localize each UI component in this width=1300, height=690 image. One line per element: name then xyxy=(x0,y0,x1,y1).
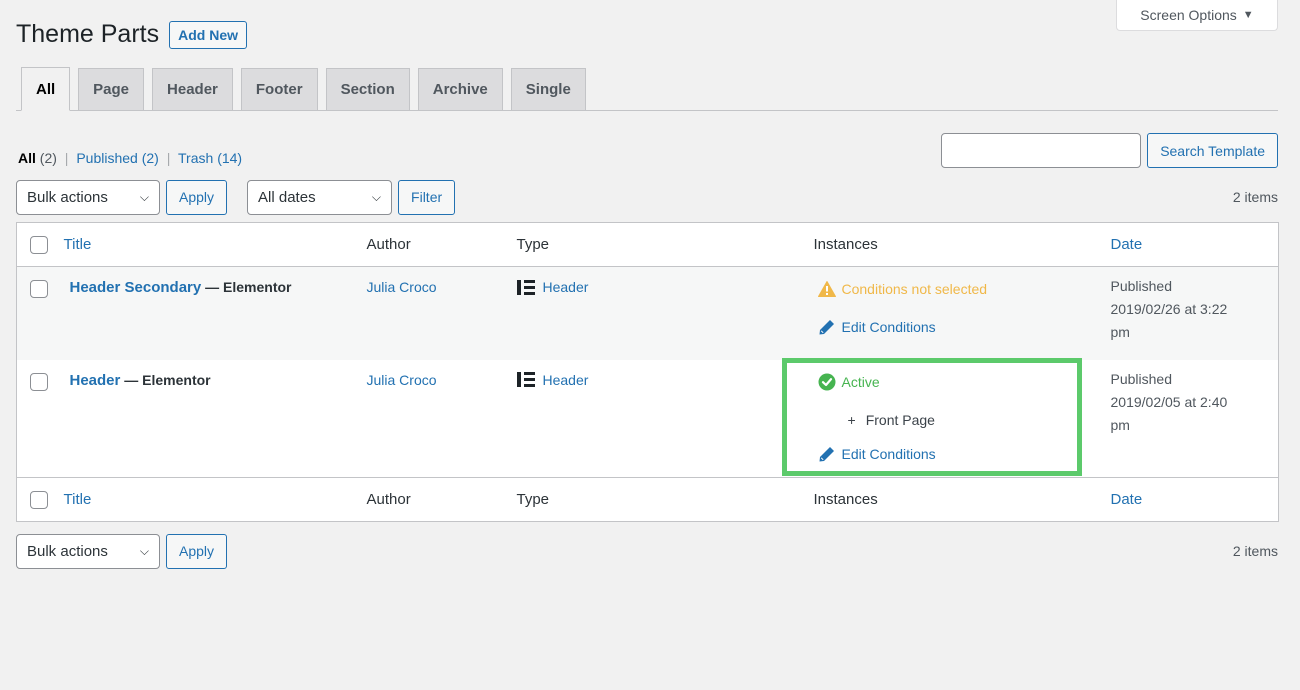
row-title-suffix: — Elementor xyxy=(201,279,292,295)
screen-options-button[interactable]: Screen Options ▼ xyxy=(1116,0,1278,31)
conditions-status: Active xyxy=(818,372,1109,392)
check-circle-icon xyxy=(818,373,835,390)
add-new-button[interactable]: Add New xyxy=(169,20,247,49)
edit-conditions-link[interactable]: Edit Conditions xyxy=(818,444,1109,464)
author-link[interactable]: Julia Croco xyxy=(367,372,437,388)
separator: | xyxy=(166,150,171,166)
sort-by-title[interactable]: Title xyxy=(64,236,92,253)
pencil-icon xyxy=(819,446,834,461)
table-row: Header Secondary — Elementor Julia Croco… xyxy=(16,266,1279,360)
row-checkbox[interactable] xyxy=(30,372,48,391)
conditions-status: Conditions not selected xyxy=(817,279,1109,299)
row-title-suffix: — Elementor xyxy=(120,371,211,388)
tab-single[interactable]: Single xyxy=(510,68,586,110)
bulk-actions-select[interactable]: Bulk actions ⌵ xyxy=(16,533,160,569)
condition-item: + Front Page xyxy=(847,411,935,428)
row-title-link[interactable]: Header Secondary xyxy=(64,279,202,296)
tab-all[interactable]: All xyxy=(21,67,71,111)
tablenav-top: Bulk actions ⌵ Apply All dates ⌵ Filter … xyxy=(16,179,1278,215)
column-instances: Instances xyxy=(813,491,878,508)
filter-button[interactable]: Filter xyxy=(398,179,456,215)
separator: | xyxy=(64,150,69,166)
date-cell: Published 2019/02/26 at 3:22 pm xyxy=(1110,278,1228,340)
type-link[interactable]: Header xyxy=(543,372,589,388)
tab-footer[interactable]: Footer xyxy=(240,68,318,110)
row-title-link[interactable]: Header xyxy=(64,372,121,389)
dates-select[interactable]: All dates ⌵ xyxy=(247,179,393,215)
column-author: Author xyxy=(366,236,411,253)
column-type: Type xyxy=(516,491,550,508)
page-header: Theme Parts Add New xyxy=(16,20,247,49)
table-header-row: Title Author Type Instances Date xyxy=(16,223,1279,267)
status-views: All (2) | Published (2) | Trash (14) xyxy=(18,150,242,166)
date-cell: Published 2019/02/05 at 2:40 pm xyxy=(1110,370,1228,433)
sort-by-date[interactable]: Date xyxy=(1111,491,1143,508)
type-link[interactable]: Header xyxy=(543,279,589,295)
select-all-checkbox[interactable] xyxy=(30,490,48,509)
tab-archive[interactable]: Archive xyxy=(417,68,503,110)
search-template-button[interactable]: Search Template xyxy=(1147,133,1278,168)
warning-icon xyxy=(817,281,836,297)
view-all[interactable]: All (2) xyxy=(18,150,57,166)
sort-by-title[interactable]: Title xyxy=(64,491,92,508)
sort-by-date[interactable]: Date xyxy=(1111,236,1143,253)
elementor-icon xyxy=(516,279,535,295)
bulk-actions-select[interactable]: Bulk actions ⌵ xyxy=(16,179,160,215)
tab-page[interactable]: Page xyxy=(78,68,145,110)
author-link[interactable]: Julia Croco xyxy=(367,279,437,295)
select-all-checkbox[interactable] xyxy=(30,235,48,254)
row-checkbox[interactable] xyxy=(30,280,48,299)
view-published[interactable]: Published (2) xyxy=(76,150,159,166)
screen-options-label: Screen Options xyxy=(1140,7,1237,23)
page-title: Theme Parts xyxy=(16,20,160,48)
apply-button[interactable]: Apply xyxy=(166,179,228,215)
items-count: 2 items xyxy=(1232,189,1278,205)
tablenav-bottom: Bulk actions ⌵ Apply 2 items xyxy=(16,533,1278,569)
table-row: Header — Elementor Julia Croco Header Ac… xyxy=(17,357,1279,478)
column-type: Type xyxy=(516,236,550,253)
plus-icon: + xyxy=(847,411,856,428)
view-trash[interactable]: Trash (14) xyxy=(178,150,242,166)
column-instances: Instances xyxy=(813,236,878,253)
chevron-down-icon: ⌵ xyxy=(139,189,149,204)
column-author: Author xyxy=(366,491,411,508)
caret-down-icon: ▼ xyxy=(1242,9,1254,21)
type-tabs: All Page Header Footer Section Archive S… xyxy=(16,67,1278,111)
table-footer-row: Title Author Type Instances Date xyxy=(16,477,1279,522)
theme-parts-table: Title Author Type Instances Date Header … xyxy=(16,222,1279,522)
tab-section[interactable]: Section xyxy=(325,68,410,110)
elementor-icon xyxy=(516,372,535,387)
search-input[interactable] xyxy=(941,133,1142,168)
pencil-icon xyxy=(819,320,834,335)
apply-button[interactable]: Apply xyxy=(166,533,228,569)
search-box: Search Template xyxy=(941,133,1278,168)
edit-conditions-link[interactable]: Edit Conditions xyxy=(818,317,1109,337)
chevron-down-icon: ⌵ xyxy=(371,189,382,204)
tab-header[interactable]: Header xyxy=(152,68,233,110)
chevron-down-icon: ⌵ xyxy=(139,543,149,558)
items-count: 2 items xyxy=(1232,543,1278,559)
